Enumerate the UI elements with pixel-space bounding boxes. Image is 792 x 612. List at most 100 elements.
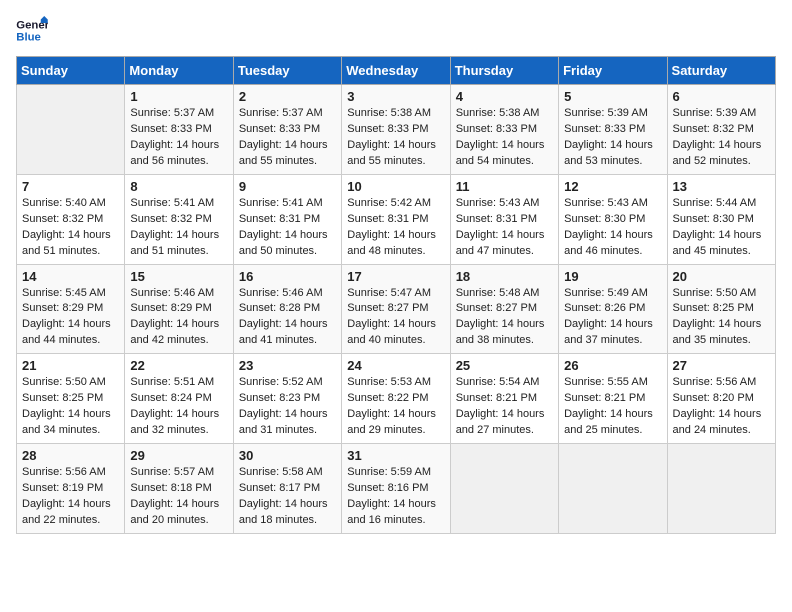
calendar-cell: 11 Sunrise: 5:43 AMSunset: 8:31 PMDayligh… xyxy=(450,174,558,264)
calendar-cell: 31 Sunrise: 5:59 AMSunset: 8:16 PMDayligh… xyxy=(342,444,450,534)
calendar-week-1: 1 Sunrise: 5:37 AMSunset: 8:33 PMDaylight… xyxy=(17,85,776,175)
day-number: 27 xyxy=(673,358,770,373)
day-info: Sunrise: 5:37 AMSunset: 8:33 PMDaylight:… xyxy=(239,106,336,170)
svg-text:Blue: Blue xyxy=(16,32,41,44)
day-number: 14 xyxy=(22,269,119,284)
day-number: 23 xyxy=(239,358,336,373)
weekday-header-thursday: Thursday xyxy=(450,57,558,85)
calendar-cell: 16Sunrise: 5:46 AMSunset: 8:28 PMDayligh… xyxy=(233,264,341,354)
day-number: 5 xyxy=(564,89,661,104)
day-number: 20 xyxy=(673,269,770,284)
weekday-header-friday: Friday xyxy=(559,57,667,85)
calendar-cell: 13 Sunrise: 5:44 AMSunset: 8:30 PMDayligh… xyxy=(667,174,775,264)
day-info: Sunrise: 5:43 AMSunset: 8:30 PMDaylight:… xyxy=(564,196,661,260)
day-number: 18 xyxy=(456,269,553,284)
day-info: Sunrise: 5:47 AMSunset: 8:27 PMDaylight:… xyxy=(347,286,444,350)
day-info: Sunrise: 5:41 AMSunset: 8:31 PMDaylight:… xyxy=(239,196,336,260)
calendar-cell: 8Sunrise: 5:41 AMSunset: 8:32 PMDaylight… xyxy=(125,174,233,264)
calendar-cell: 25Sunrise: 5:54 AMSunset: 8:21 PMDayligh… xyxy=(450,354,558,444)
calendar-cell: 1 Sunrise: 5:37 AMSunset: 8:33 PMDaylight… xyxy=(125,85,233,175)
day-number: 12 xyxy=(564,179,661,194)
day-info: Sunrise: 5:38 AMSunset: 8:33 PMDaylight:… xyxy=(347,106,444,170)
day-info: Sunrise: 5:55 AMSunset: 8:21 PMDaylight:… xyxy=(564,375,661,439)
calendar-cell: 9Sunrise: 5:41 AMSunset: 8:31 PMDaylight… xyxy=(233,174,341,264)
calendar-cell xyxy=(559,444,667,534)
day-info: Sunrise: 5:53 AMSunset: 8:22 PMDaylight:… xyxy=(347,375,444,439)
day-info: Sunrise: 5:39 AMSunset: 8:33 PMDaylight:… xyxy=(564,106,661,170)
day-info: Sunrise: 5:50 AMSunset: 8:25 PMDaylight:… xyxy=(22,375,119,439)
day-info: Sunrise: 5:37 AMSunset: 8:33 PMDaylight:… xyxy=(130,106,227,170)
calendar-cell: 21 Sunrise: 5:50 AMSunset: 8:25 PMDayligh… xyxy=(17,354,125,444)
day-info: Sunrise: 5:57 AMSunset: 8:18 PMDaylight:… xyxy=(130,465,227,529)
day-info: Sunrise: 5:56 AMSunset: 8:20 PMDaylight:… xyxy=(673,375,770,439)
calendar-cell: 5 Sunrise: 5:39 AMSunset: 8:33 PMDaylight… xyxy=(559,85,667,175)
calendar-cell: 18 Sunrise: 5:48 AMSunset: 8:27 PMDayligh… xyxy=(450,264,558,354)
day-info: Sunrise: 5:43 AMSunset: 8:31 PMDaylight:… xyxy=(456,196,553,260)
day-number: 6 xyxy=(673,89,770,104)
day-number: 29 xyxy=(130,448,227,463)
day-number: 19 xyxy=(564,269,661,284)
day-info: Sunrise: 5:56 AMSunset: 8:19 PMDaylight:… xyxy=(22,465,119,529)
weekday-header-monday: Monday xyxy=(125,57,233,85)
calendar-cell: 26 Sunrise: 5:55 AMSunset: 8:21 PMDayligh… xyxy=(559,354,667,444)
calendar-cell xyxy=(667,444,775,534)
day-number: 10 xyxy=(347,179,444,194)
day-number: 26 xyxy=(564,358,661,373)
calendar-cell: 14 Sunrise: 5:45 AMSunset: 8:29 PMDayligh… xyxy=(17,264,125,354)
calendar-cell: 3 Sunrise: 5:38 AMSunset: 8:33 PMDaylight… xyxy=(342,85,450,175)
day-info: Sunrise: 5:46 AMSunset: 8:28 PMDaylight:… xyxy=(239,286,336,350)
calendar-week-5: 28Sunrise: 5:56 AMSunset: 8:19 PMDayligh… xyxy=(17,444,776,534)
calendar-cell: 30 Sunrise: 5:58 AMSunset: 8:17 PMDayligh… xyxy=(233,444,341,534)
calendar-cell: 12 Sunrise: 5:43 AMSunset: 8:30 PMDayligh… xyxy=(559,174,667,264)
weekday-header-sunday: Sunday xyxy=(17,57,125,85)
calendar-week-3: 14 Sunrise: 5:45 AMSunset: 8:29 PMDayligh… xyxy=(17,264,776,354)
day-info: Sunrise: 5:40 AMSunset: 8:32 PMDaylight:… xyxy=(22,196,119,260)
day-number: 8 xyxy=(130,179,227,194)
calendar-week-2: 7 Sunrise: 5:40 AMSunset: 8:32 PMDaylight… xyxy=(17,174,776,264)
day-info: Sunrise: 5:50 AMSunset: 8:25 PMDaylight:… xyxy=(673,286,770,350)
calendar-cell: 24Sunrise: 5:53 AMSunset: 8:22 PMDayligh… xyxy=(342,354,450,444)
day-info: Sunrise: 5:48 AMSunset: 8:27 PMDaylight:… xyxy=(456,286,553,350)
day-number: 21 xyxy=(22,358,119,373)
day-info: Sunrise: 5:54 AMSunset: 8:21 PMDaylight:… xyxy=(456,375,553,439)
calendar-cell: 20 Sunrise: 5:50 AMSunset: 8:25 PMDayligh… xyxy=(667,264,775,354)
calendar-cell: 23 Sunrise: 5:52 AMSunset: 8:23 PMDayligh… xyxy=(233,354,341,444)
day-info: Sunrise: 5:52 AMSunset: 8:23 PMDaylight:… xyxy=(239,375,336,439)
day-number: 13 xyxy=(673,179,770,194)
day-number: 11 xyxy=(456,179,553,194)
day-number: 22 xyxy=(130,358,227,373)
day-info: Sunrise: 5:51 AMSunset: 8:24 PMDaylight:… xyxy=(130,375,227,439)
day-number: 30 xyxy=(239,448,336,463)
day-info: Sunrise: 5:44 AMSunset: 8:30 PMDaylight:… xyxy=(673,196,770,260)
calendar-cell: 27 Sunrise: 5:56 AMSunset: 8:20 PMDayligh… xyxy=(667,354,775,444)
day-info: Sunrise: 5:49 AMSunset: 8:26 PMDaylight:… xyxy=(564,286,661,350)
day-number: 31 xyxy=(347,448,444,463)
day-number: 17 xyxy=(347,269,444,284)
weekday-header-tuesday: Tuesday xyxy=(233,57,341,85)
calendar-cell: 28Sunrise: 5:56 AMSunset: 8:19 PMDayligh… xyxy=(17,444,125,534)
day-number: 2 xyxy=(239,89,336,104)
day-info: Sunrise: 5:58 AMSunset: 8:17 PMDaylight:… xyxy=(239,465,336,529)
day-info: Sunrise: 5:45 AMSunset: 8:29 PMDaylight:… xyxy=(22,286,119,350)
day-info: Sunrise: 5:38 AMSunset: 8:33 PMDaylight:… xyxy=(456,106,553,170)
day-number: 4 xyxy=(456,89,553,104)
calendar-cell: 4 Sunrise: 5:38 AMSunset: 8:33 PMDaylight… xyxy=(450,85,558,175)
calendar-week-4: 21 Sunrise: 5:50 AMSunset: 8:25 PMDayligh… xyxy=(17,354,776,444)
calendar-table: SundayMondayTuesdayWednesdayThursdayFrid… xyxy=(16,56,776,534)
logo: General Blue xyxy=(16,16,48,44)
calendar-cell: 17 Sunrise: 5:47 AMSunset: 8:27 PMDayligh… xyxy=(342,264,450,354)
day-info: Sunrise: 5:42 AMSunset: 8:31 PMDaylight:… xyxy=(347,196,444,260)
day-info: Sunrise: 5:46 AMSunset: 8:29 PMDaylight:… xyxy=(130,286,227,350)
calendar-cell: 22 Sunrise: 5:51 AMSunset: 8:24 PMDayligh… xyxy=(125,354,233,444)
day-number: 1 xyxy=(130,89,227,104)
day-info: Sunrise: 5:59 AMSunset: 8:16 PMDaylight:… xyxy=(347,465,444,529)
calendar-cell: 2 Sunrise: 5:37 AMSunset: 8:33 PMDaylight… xyxy=(233,85,341,175)
calendar-cell: 6 Sunrise: 5:39 AMSunset: 8:32 PMDaylight… xyxy=(667,85,775,175)
weekday-header-wednesday: Wednesday xyxy=(342,57,450,85)
day-number: 7 xyxy=(22,179,119,194)
calendar-cell: 29 Sunrise: 5:57 AMSunset: 8:18 PMDayligh… xyxy=(125,444,233,534)
day-info: Sunrise: 5:39 AMSunset: 8:32 PMDaylight:… xyxy=(673,106,770,170)
day-number: 3 xyxy=(347,89,444,104)
calendar-cell: 19 Sunrise: 5:49 AMSunset: 8:26 PMDayligh… xyxy=(559,264,667,354)
calendar-cell xyxy=(450,444,558,534)
